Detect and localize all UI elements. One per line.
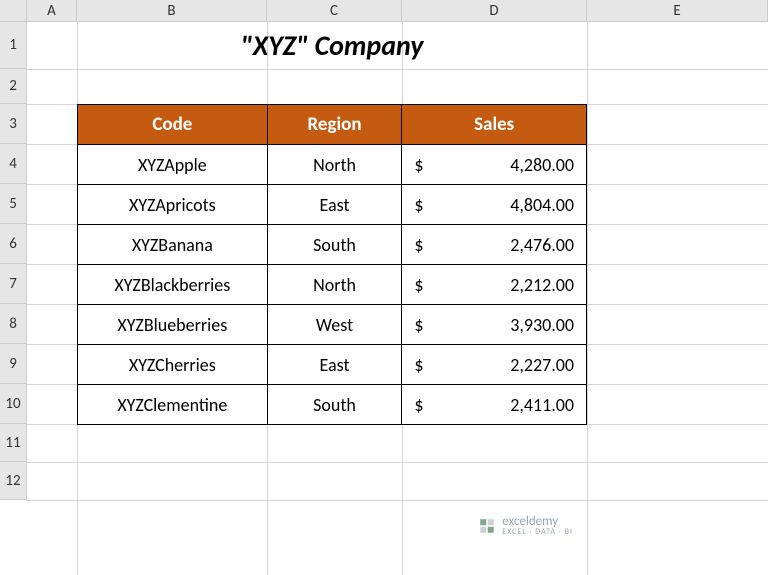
watermark-text: exceldemy EXCEL · DATA · BI (502, 514, 573, 537)
watermark-tagline: EXCEL · DATA · BI (502, 527, 573, 537)
row-header-8[interactable]: 8 (0, 304, 27, 344)
table-row: XYZApricotsEast$4,804.00 (78, 185, 587, 225)
currency-symbol: $ (414, 354, 423, 376)
column-headers: A B C D E (27, 0, 768, 22)
table-row: XYZBlackberriesNorth$2,212.00 (78, 265, 587, 305)
row-header-9[interactable]: 9 (0, 344, 27, 384)
cell-code[interactable]: XYZBlueberries (78, 305, 268, 345)
sheet-title[interactable]: "XYZ" Company (77, 22, 587, 69)
cell-region[interactable]: East (267, 345, 402, 385)
row-header-12[interactable]: 12 (0, 462, 27, 500)
header-sales[interactable]: Sales (402, 105, 587, 145)
table-row: XYZCherriesEast$2,227.00 (78, 345, 587, 385)
table-row: XYZBananaSouth$2,476.00 (78, 225, 587, 265)
sales-amount: 2,476.00 (510, 234, 574, 256)
header-code[interactable]: Code (78, 105, 268, 145)
row-header-1[interactable]: 1 (0, 22, 27, 69)
row-header-5[interactable]: 5 (0, 184, 27, 224)
cell-code[interactable]: XYZBanana (78, 225, 268, 265)
table-header-row: Code Region Sales (78, 105, 587, 145)
currency-symbol: $ (414, 314, 423, 336)
row-header-4[interactable]: 4 (0, 144, 27, 184)
currency-symbol: $ (414, 234, 423, 256)
table-row: XYZAppleNorth$4,280.00 (78, 145, 587, 185)
cell-sales[interactable]: $2,212.00 (402, 265, 587, 305)
data-table: Code Region Sales XYZAppleNorth$4,280.00… (77, 104, 587, 425)
cell-sales[interactable]: $4,280.00 (402, 145, 587, 185)
cell-region[interactable]: North (267, 145, 402, 185)
cell-region[interactable]: West (267, 305, 402, 345)
sales-amount: 2,212.00 (510, 274, 574, 296)
currency-symbol: $ (414, 394, 423, 416)
cell-code[interactable]: XYZApricots (78, 185, 268, 225)
select-all-corner[interactable] (0, 0, 27, 22)
col-header-B[interactable]: B (77, 0, 267, 22)
table-row: XYZClementineSouth$2,411.00 (78, 385, 587, 425)
col-header-E[interactable]: E (587, 0, 768, 22)
col-header-C[interactable]: C (267, 0, 402, 22)
sales-amount: 2,227.00 (510, 354, 574, 376)
cell-region[interactable]: East (267, 185, 402, 225)
table-row: XYZBlueberriesWest$3,930.00 (78, 305, 587, 345)
cell-sales[interactable]: $2,476.00 (402, 225, 587, 265)
currency-symbol: $ (414, 274, 423, 296)
cell-sales[interactable]: $3,930.00 (402, 305, 587, 345)
watermark-icon (478, 517, 496, 535)
cell-code[interactable]: XYZClementine (78, 385, 268, 425)
row-header-2[interactable]: 2 (0, 69, 27, 104)
cell-sales[interactable]: $4,804.00 (402, 185, 587, 225)
cell-code[interactable]: XYZApple (78, 145, 268, 185)
sales-amount: 2,411.00 (510, 394, 574, 416)
cell-region[interactable]: South (267, 225, 402, 265)
cell-region[interactable]: North (267, 265, 402, 305)
row-header-7[interactable]: 7 (0, 264, 27, 304)
cell-sales[interactable]: $2,411.00 (402, 385, 587, 425)
cell-code[interactable]: XYZCherries (78, 345, 268, 385)
row-header-10[interactable]: 10 (0, 384, 27, 424)
col-header-A[interactable]: A (27, 0, 77, 22)
row-headers: 123456789101112 (0, 22, 27, 500)
col-header-D[interactable]: D (402, 0, 587, 22)
header-region[interactable]: Region (267, 105, 402, 145)
sales-amount: 4,280.00 (510, 154, 574, 176)
row-header-3[interactable]: 3 (0, 104, 27, 144)
sales-amount: 4,804.00 (510, 194, 574, 216)
cell-code[interactable]: XYZBlackberries (78, 265, 268, 305)
currency-symbol: $ (414, 194, 423, 216)
row-header-11[interactable]: 11 (0, 424, 27, 462)
watermark: exceldemy EXCEL · DATA · BI (478, 514, 573, 537)
row-header-6[interactable]: 6 (0, 224, 27, 264)
sales-amount: 3,930.00 (510, 314, 574, 336)
cell-region[interactable]: South (267, 385, 402, 425)
currency-symbol: $ (414, 154, 423, 176)
cell-sales[interactable]: $2,227.00 (402, 345, 587, 385)
sheet-area: "XYZ" Company Code Region Sales XYZApple… (27, 22, 768, 575)
